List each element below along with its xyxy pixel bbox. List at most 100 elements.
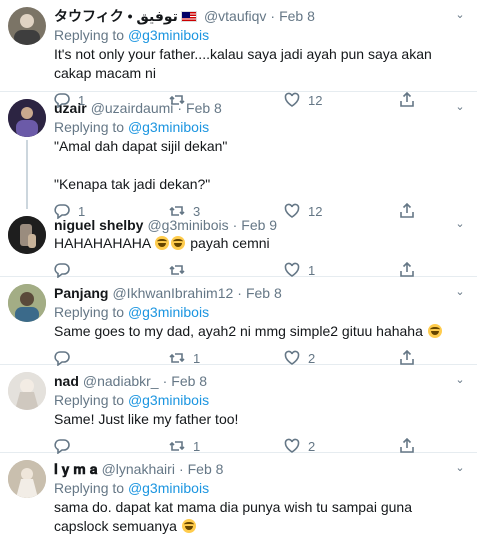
like-button[interactable]: 2: [284, 350, 399, 366]
like-count: 2: [308, 350, 316, 366]
separator-dot: ·: [162, 373, 168, 389]
avatar[interactable]: [8, 7, 46, 45]
separator-dot: ·: [270, 8, 276, 24]
retweet-icon: [169, 353, 185, 363]
retweet-icon: [169, 441, 185, 451]
like-count: 1: [308, 262, 316, 278]
handle[interactable]: @IkhwanIbrahim12: [112, 284, 233, 302]
separator-dot: ·: [177, 100, 183, 116]
display-name[interactable]: niguel shelby: [54, 216, 143, 234]
chevron-down-icon[interactable]: ⌄: [453, 100, 467, 114]
like-count: 2: [308, 438, 316, 454]
reply-prefix: Replying to: [54, 392, 125, 408]
tweet[interactable]: ⌄ タウフィク • توفيق @vtaufiqv · Feb 8 Replyi…: [0, 0, 477, 108]
retweet-count: 1: [193, 438, 201, 454]
chevron-down-icon[interactable]: ⌄: [453, 8, 467, 22]
reply-button[interactable]: [54, 438, 169, 454]
tweet-text: Same goes to my dad, ayah2 ni mmg simple…: [54, 322, 467, 341]
tweet-text: "Amal dah dapat sijil dekan" "Kenapa tak…: [54, 138, 228, 192]
chevron-down-icon[interactable]: ⌄: [453, 461, 467, 475]
avatar[interactable]: [8, 372, 46, 410]
tweet-date[interactable]: Feb 8: [246, 284, 282, 302]
reply-context: Replying to @g3minibois: [54, 391, 467, 410]
separator-dot: ·: [237, 285, 242, 301]
heart-icon: [284, 438, 300, 453]
display-name[interactable]: uzair: [54, 99, 87, 117]
tweet-text: Same! Just like my father too!: [54, 411, 239, 427]
retweet-count: 1: [193, 350, 201, 366]
retweet-button[interactable]: [169, 262, 284, 278]
chevron-down-icon[interactable]: ⌄: [453, 285, 467, 299]
tweet-date[interactable]: Feb 8: [188, 460, 224, 478]
tweet[interactable]: ⌄ Panjang @IkhwanIbrahim12 · Feb 8 Reply…: [0, 277, 477, 366]
handle[interactable]: @lynakhairi: [102, 460, 175, 478]
tweet-date[interactable]: Feb 8: [186, 99, 222, 117]
tweet-text-body: Same goes to my dad, ayah2 ni mmg simple…: [54, 323, 423, 339]
mention-link[interactable]: @g3minibois: [128, 392, 209, 408]
tweet-text: It's not only your father....kalau saya …: [54, 46, 436, 81]
share-icon: [400, 438, 414, 453]
retweet-button[interactable]: 1: [169, 438, 284, 454]
avatar-image: [8, 372, 46, 410]
handle[interactable]: @g3minibois: [147, 216, 228, 234]
separator-dot: ·: [178, 461, 184, 477]
reply-button[interactable]: [54, 262, 169, 278]
mention-link[interactable]: @g3minibois: [128, 27, 209, 43]
display-name[interactable]: 𝐥 𝐲 𝐦 𝐚: [54, 460, 98, 478]
laughing-emoji-icon: [427, 324, 442, 338]
tweet-text-start: HAHAHAHAHA: [54, 235, 155, 251]
share-button[interactable]: [399, 438, 429, 454]
avatar[interactable]: [8, 284, 46, 322]
display-name[interactable]: nad: [54, 372, 79, 390]
tweet-text: sama do. dapat kat mama dia punya wish t…: [54, 498, 467, 534]
mention-link[interactable]: @g3minibois: [128, 304, 209, 320]
reply-context: Replying to @g3minibois: [54, 303, 467, 322]
reply-prefix: Replying to: [54, 119, 125, 135]
retweet-icon: [169, 265, 185, 275]
retweet-button[interactable]: 1: [169, 350, 284, 366]
avatar[interactable]: [8, 216, 46, 254]
tweet[interactable]: ⌄ uzair @uzairdaumi · Feb 8 Replying to …: [0, 92, 477, 219]
reply-prefix: Replying to: [54, 480, 125, 496]
chevron-down-icon[interactable]: ⌄: [453, 373, 467, 387]
tweet-text-end: payah cemni: [186, 235, 270, 251]
like-button[interactable]: 2: [284, 438, 399, 454]
share-button[interactable]: [399, 262, 429, 278]
share-button[interactable]: [399, 350, 429, 366]
tweet-date[interactable]: Feb 8: [171, 372, 207, 390]
reply-context: Replying to @g3minibois: [54, 26, 467, 45]
tweet-text: HAHAHAHAHA payah cemni: [54, 234, 467, 253]
tweet-date[interactable]: Feb 9: [241, 216, 277, 234]
handle[interactable]: @nadiabkr_: [83, 372, 159, 390]
reply-icon: [54, 263, 70, 278]
reply-context: Replying to @g3minibois: [54, 479, 467, 498]
avatar-image: [8, 216, 46, 254]
chevron-down-icon[interactable]: ⌄: [453, 217, 467, 231]
reply-context: Replying to @g3minibois: [54, 118, 467, 137]
tweet-date[interactable]: Feb 8: [279, 7, 315, 25]
avatar-image: [8, 99, 46, 137]
like-button[interactable]: 1: [284, 262, 399, 278]
mention-link[interactable]: @g3minibois: [128, 119, 209, 135]
tweet[interactable]: ⌄ 𝐥 𝐲 𝐦 𝐚 @lynakhairi · Feb 8 Replying t…: [0, 453, 477, 534]
tweet[interactable]: ⌄ nad @nadiabkr_ · Feb 8 Replying to @g3…: [0, 365, 477, 454]
display-name[interactable]: タウフィク • توفيق: [54, 7, 178, 25]
display-name[interactable]: Panjang: [54, 284, 108, 302]
heart-icon: [284, 350, 300, 365]
avatar[interactable]: [8, 460, 46, 498]
share-icon: [400, 262, 414, 277]
mention-link[interactable]: @g3minibois: [128, 480, 209, 496]
handle[interactable]: @vtaufiqv: [204, 7, 266, 25]
laughing-emoji-icon: [155, 236, 170, 250]
laughing-emoji-icon: [181, 519, 196, 533]
reply-icon: [54, 439, 70, 454]
heart-icon: [284, 262, 300, 277]
avatar[interactable]: [8, 99, 46, 137]
tweet[interactable]: ⌄ niguel shelby @g3minibois · Feb 9 HAHA…: [0, 209, 477, 278]
reply-button[interactable]: [54, 350, 169, 366]
malaysia-flag-icon: [180, 10, 197, 22]
handle[interactable]: @uzairdaumi: [91, 99, 174, 117]
reply-prefix: Replying to: [54, 27, 125, 43]
reply-feed: ⌄ タウフィク • توفيق @vtaufiqv · Feb 8 Replyi…: [0, 0, 477, 534]
laughing-emoji-icon: [171, 236, 186, 250]
